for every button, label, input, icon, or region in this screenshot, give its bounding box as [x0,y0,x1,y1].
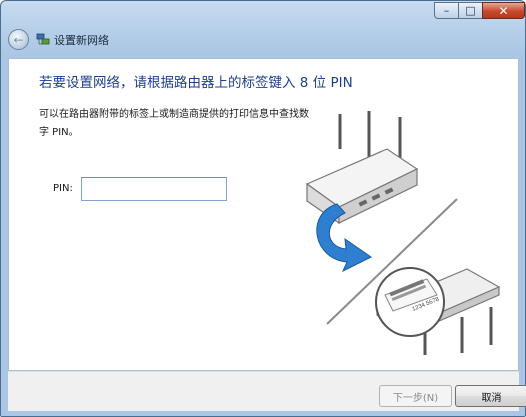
close-icon: ✕ [498,3,509,18]
back-arrow-icon: ← [13,32,24,47]
window-title: 设置新网络 [54,34,109,47]
minimize-button[interactable]: – [434,2,459,19]
close-button[interactable]: ✕ [482,2,525,19]
title-bar: – □ ✕ ← 设置新网络 [1,1,525,58]
flip-arrow-icon [316,203,372,273]
page-heading: 若要设置网络，请根据路由器上的标签键入 8 位 PIN [39,75,353,91]
minimize-icon: – [443,4,450,17]
pin-label: PIN: [53,183,73,194]
network-icon [36,33,50,45]
router-pin-label-illustration: 1234 5678 [305,111,501,355]
maximize-button[interactable]: □ [458,2,483,19]
magnified-label-icon: 1234 5678 [375,267,445,337]
setup-network-window: – □ ✕ ← 设置新网络 若要设置网络，请根据路由器上的标签键入 8 位 PI… [0,0,526,417]
pin-input[interactable] [81,177,227,201]
instruction-text: 可以在路由器附带的标签上或制造商提供的打印信息中查找数字 PIN。 [39,109,309,138]
cancel-button[interactable]: 取消 [455,385,526,407]
next-button[interactable]: 下一步(N) [379,385,452,407]
back-button[interactable]: ← [8,29,29,50]
wizard-content: 若要设置网络，请根据路由器上的标签键入 8 位 PIN 可以在路由器附带的标签上… [8,58,519,371]
wizard-footer: 下一步(N) 取消 [8,371,526,411]
maximize-icon: □ [465,4,476,17]
